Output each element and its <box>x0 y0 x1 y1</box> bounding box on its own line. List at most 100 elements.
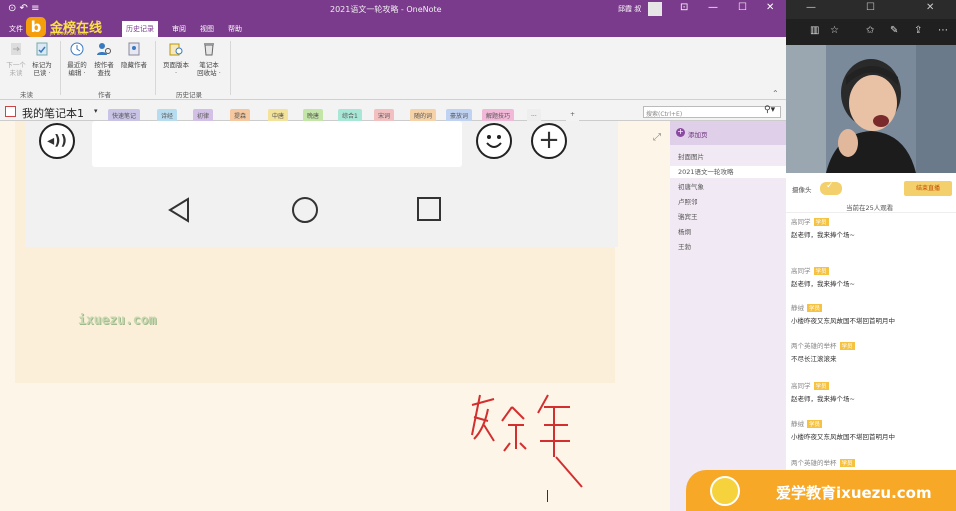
page-versions-button[interactable]: 页面版本 · <box>160 41 192 77</box>
section-tab[interactable]: 豪放词 <box>446 109 473 121</box>
notebook-tabs-bar: 我的笔记本1 ▾ 快速笔记 诗经 初律 提森 中唐 晚唐 综合1 宋词 随的词 豪放词 解题技巧..… <box>0 100 786 121</box>
presenter-video <box>786 45 956 173</box>
pen-icon[interactable]: ✎ <box>890 25 898 36</box>
expand-icon[interactable]: ⤢ <box>653 132 661 143</box>
more-icon[interactable]: ⋯ <box>938 25 948 36</box>
tab-history[interactable]: 历史记录 <box>122 21 158 37</box>
hide-authors-button[interactable]: 隐藏作者 <box>118 41 150 69</box>
maximize-button[interactable]: ☐ <box>866 2 875 13</box>
ribbon-display-icon[interactable]: ⊡ <box>680 2 688 13</box>
student-badge: 学员 <box>839 342 855 350</box>
search-icon[interactable]: ⚲▾ <box>764 105 775 115</box>
viewer-count: 当前在25人观看 <box>846 204 894 212</box>
user-name[interactable]: 邱霞 叔 <box>618 4 641 14</box>
student-badge: 学员 <box>839 459 855 467</box>
page-list-item[interactable]: 王勃 <box>678 241 691 251</box>
section-tab[interactable]: 随的词 <box>410 109 437 121</box>
section-tab[interactable]: 宋词 <box>374 109 395 121</box>
tab-help[interactable]: 帮助 <box>228 24 242 34</box>
add-icon: + <box>676 127 685 137</box>
section-tab[interactable]: 快速笔记 <box>108 109 141 121</box>
maximize-button[interactable]: ☐ <box>738 2 747 13</box>
search-input[interactable]: 搜索(Ctrl+E) <box>643 106 781 118</box>
reading-view-icon[interactable]: ▥ <box>810 25 819 36</box>
chat-input-box <box>92 121 462 167</box>
student-badge: 学员 <box>807 420 823 428</box>
chat-message: 静绒 学员 小楼昨夜又东风故国不堪回首明月中 <box>791 302 895 325</box>
mark-read-icon <box>36 42 48 56</box>
page-list-item[interactable]: 骆宾王 <box>678 211 698 221</box>
brand-badge: 爱学教育ixuezu.com <box>686 470 956 511</box>
browser-title-bar: — ☐ ✕ <box>786 0 956 19</box>
section-tab[interactable]: + <box>566 109 580 121</box>
quick-access-icons[interactable]: ⊙ ↶ ≡ <box>8 3 40 14</box>
page-list-panel: + 添加页 封面图片 2021语文一轮攻略初唐气象卢照邻骆宾王杨炯王勃 <box>670 121 786 511</box>
section-tab[interactable]: ... <box>527 109 541 121</box>
menu-file[interactable]: 文件 <box>9 24 23 34</box>
logo-mark: b <box>26 17 46 37</box>
chat-message: 高同学 学员 赵老师，我来捧个场~ <box>791 380 855 403</box>
share-icon[interactable]: ⇪ <box>914 25 922 36</box>
notebook-icon <box>5 106 16 117</box>
section-tab[interactable]: 中唐 <box>268 109 289 121</box>
student-badge: 学员 <box>807 304 823 312</box>
camera-video <box>786 45 956 173</box>
camera-label: 摄像头 <box>792 186 812 194</box>
page-list-item[interactable]: 卢照邻 <box>678 196 698 206</box>
group-history: 历史记录 <box>176 91 202 99</box>
section-tab[interactable]: 初律 <box>193 109 214 121</box>
end-live-button[interactable]: 结束直播 <box>904 181 952 196</box>
next-unread-button[interactable]: 下一个 未读 <box>4 41 28 77</box>
next-unread-icon <box>11 43 21 55</box>
notebook-recycle-button[interactable]: 笔记本 回收站 · <box>193 41 225 77</box>
section-tab[interactable]: 晚唐 <box>303 109 324 121</box>
tab-view[interactable]: 视图 <box>200 24 214 34</box>
section-tab[interactable]: 诗经 <box>157 109 178 121</box>
chat-username: 静绒 <box>791 304 804 312</box>
plus-icon: + <box>531 123 567 159</box>
add-page-button[interactable]: + 添加页 <box>670 121 786 145</box>
nav-buttons <box>168 197 441 223</box>
window-title: 2021语文一轮攻略 - OneNote <box>330 5 442 14</box>
favorite-icon[interactable]: ☆ <box>830 25 839 36</box>
chat-username: 静绒 <box>791 420 804 428</box>
chat-username: 高同学 <box>791 382 811 390</box>
minimize-button[interactable]: — <box>708 2 718 13</box>
notebook-name[interactable]: 我的笔记本1 <box>22 105 84 121</box>
divider <box>60 41 61 95</box>
student-badge: 学员 <box>813 382 829 390</box>
page-list-item[interactable]: 杨炯 <box>678 226 691 236</box>
minimize-button[interactable]: — <box>806 2 816 13</box>
recent-edits-icon <box>70 42 84 56</box>
close-button[interactable]: ✕ <box>766 2 774 13</box>
recycle-bin-icon <box>204 43 214 56</box>
close-button[interactable]: ✕ <box>926 2 934 13</box>
camera-toggle[interactable] <box>820 181 842 195</box>
page-list-item[interactable]: 初唐气象 <box>678 181 704 191</box>
watermark-text: ixuezu.com <box>78 313 157 328</box>
home-icon <box>292 197 318 223</box>
ribbon: 下一个 未读 标记为 已读 · 未读 最近的 编辑 · 按作者 查找 隐藏作者 … <box>0 37 786 100</box>
avatar[interactable] <box>648 2 662 16</box>
chat-username: 高同学 <box>791 267 811 275</box>
chat-text: 不尽长江滚滚来 <box>791 355 837 363</box>
voice-icon: ◂)) <box>39 123 75 159</box>
find-by-author-button[interactable]: 按作者 查找 <box>91 41 117 77</box>
section-tab[interactable]: 综合1 <box>338 109 362 121</box>
section-tab[interactable]: 提森 <box>230 109 251 121</box>
mark-read-button[interactable]: 标记为 已读 · <box>29 41 55 77</box>
live-panel: — ☐ ✕ ▥ ☆ ✩ ✎ ⇪ ⋯ 摄像头 结束直播 当前在25人观看 高同学学… <box>786 0 956 511</box>
chat-text: 赵老师，我来捧个场~ <box>791 231 855 239</box>
tab-review[interactable]: 审阅 <box>172 24 186 34</box>
handwriting <box>471 394 583 488</box>
recent-edits-button[interactable]: 最近的 编辑 · <box>64 41 90 77</box>
camera-controls: 摄像头 结束直播 当前在25人观看 <box>786 173 956 213</box>
section-tab[interactable]: 解题技巧 <box>482 109 515 121</box>
favorites-icon[interactable]: ✩ <box>866 25 874 36</box>
page-list-item[interactable]: 2021语文一轮攻略 <box>670 166 786 178</box>
emoji-icon <box>476 123 512 159</box>
chat-username: 高同学 <box>791 218 811 226</box>
chevron-down-icon[interactable]: ▾ <box>94 107 98 115</box>
collapse-ribbon-icon[interactable]: ⌃ <box>772 89 779 98</box>
page-list-item[interactable]: 封面图片 <box>678 151 704 161</box>
